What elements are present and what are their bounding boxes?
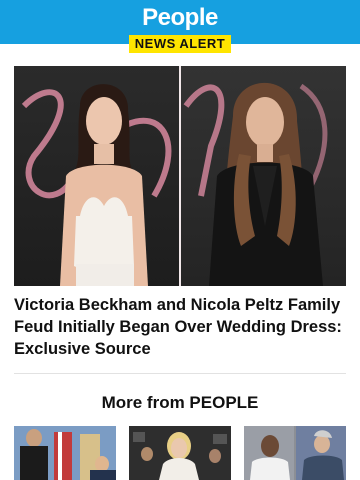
news-alert-banner: NEWS ALERT (0, 35, 360, 53)
related-story-thumbnail-1[interactable] (14, 426, 116, 480)
news-alert-label: NEWS ALERT (128, 35, 232, 53)
article-headline[interactable]: Victoria Beckham and Nicola Peltz Family… (14, 294, 346, 360)
hero-right-photo (181, 66, 346, 286)
hero-image[interactable] (14, 66, 346, 286)
people-logo[interactable]: People (0, 4, 360, 32)
related-story-thumbnail-3[interactable] (244, 426, 346, 480)
more-from-heading: More from PEOPLE (101, 393, 259, 412)
section-divider (14, 373, 346, 374)
related-story-thumbnail-2[interactable] (129, 426, 231, 480)
hero-left-photo (14, 66, 179, 286)
